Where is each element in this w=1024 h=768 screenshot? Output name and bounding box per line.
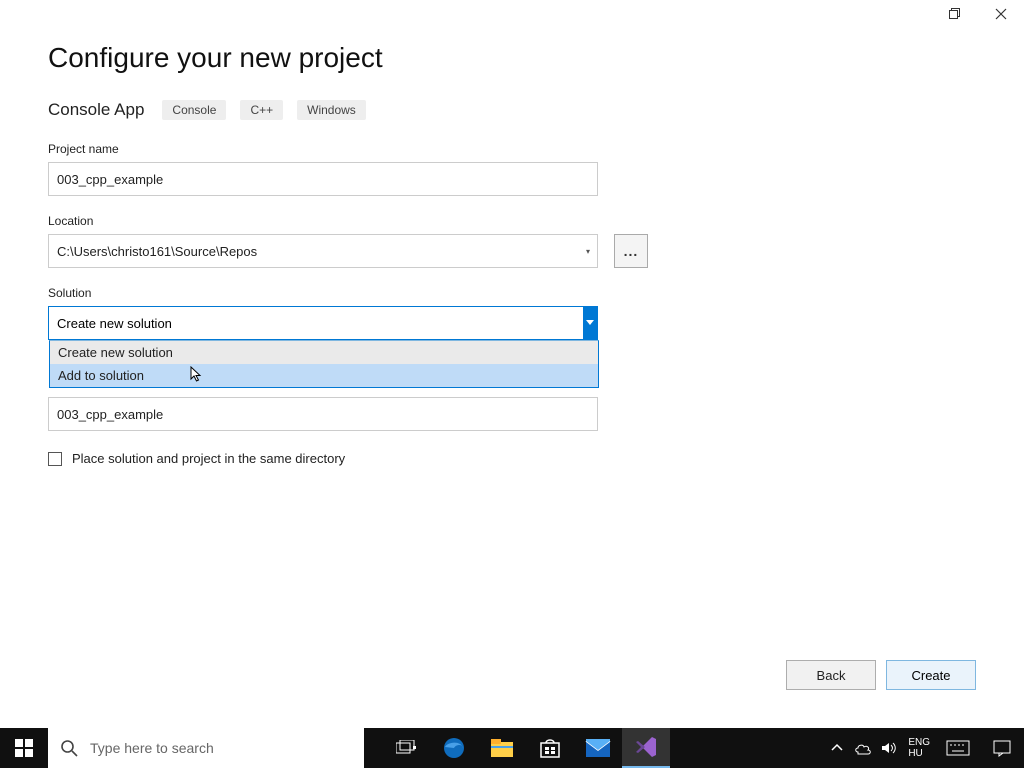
project-name-input[interactable]: 003_cpp_example [48, 162, 598, 196]
search-icon [60, 739, 78, 757]
solution-name-input[interactable]: 003_cpp_example [48, 397, 598, 431]
visual-studio-icon[interactable] [622, 728, 670, 768]
same-directory-checkbox[interactable] [48, 452, 62, 466]
location-label: Location [48, 214, 976, 228]
mail-icon[interactable] [574, 728, 622, 768]
task-view-button[interactable] [382, 728, 430, 768]
file-explorer-icon[interactable] [478, 728, 526, 768]
chevron-down-icon: ▾ [579, 247, 597, 256]
language-indicator[interactable]: ENG HU [902, 737, 936, 759]
edge-icon[interactable] [430, 728, 478, 768]
taskbar: Type here to search ENG HU [0, 728, 1024, 768]
language-top: ENG [908, 737, 930, 748]
start-button[interactable] [0, 728, 48, 768]
solution-option-add-label: Add to solution [58, 368, 144, 383]
close-window-button[interactable] [978, 0, 1024, 28]
tray-volume-icon[interactable] [876, 728, 902, 768]
solution-label: Solution [48, 286, 976, 300]
cursor-icon [190, 366, 204, 384]
create-button[interactable]: Create [886, 660, 976, 690]
same-directory-label: Place solution and project in the same d… [72, 451, 345, 466]
language-bottom: HU [908, 748, 922, 759]
restore-window-button[interactable] [932, 0, 978, 28]
solution-combo[interactable]: Create new solution Create new solution … [48, 306, 598, 340]
browse-location-button[interactable]: ... [614, 234, 648, 268]
location-combo[interactable]: C:\Users\christo161\Source\Repos ▾ [48, 234, 598, 268]
tag-windows: Windows [297, 100, 366, 120]
solution-option-add-to-solution[interactable]: Add to solution [50, 364, 598, 387]
tray-keyboard-icon[interactable] [936, 728, 980, 768]
taskbar-search-placeholder: Type here to search [90, 740, 214, 756]
taskbar-search[interactable]: Type here to search [48, 728, 364, 768]
solution-option-create-new[interactable]: Create new solution [50, 341, 598, 364]
project-name-label: Project name [48, 142, 976, 156]
solution-selected-value: Create new solution [49, 307, 583, 339]
solution-dropdown-button[interactable] [583, 307, 597, 339]
tray-onedrive-icon[interactable] [850, 728, 876, 768]
action-center-icon[interactable] [980, 739, 1024, 757]
tag-cpp: C++ [240, 100, 283, 120]
tray-chevron-up-icon[interactable] [824, 728, 850, 768]
location-value: C:\Users\christo161\Source\Repos [49, 244, 579, 259]
project-type-label: Console App [48, 100, 144, 120]
page-title: Configure your new project [48, 42, 976, 74]
store-icon[interactable] [526, 728, 574, 768]
solution-dropdown-list: Create new solution Add to solution [49, 340, 599, 388]
tag-console: Console [162, 100, 226, 120]
back-button[interactable]: Back [786, 660, 876, 690]
